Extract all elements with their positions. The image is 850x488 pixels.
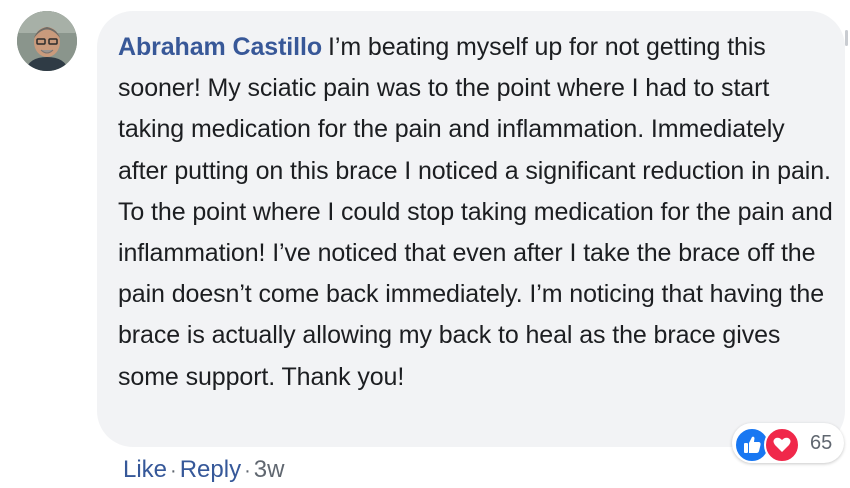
reply-link[interactable]: Reply bbox=[180, 456, 241, 483]
menu-edge[interactable] bbox=[845, 30, 848, 46]
user-photo-icon bbox=[17, 11, 77, 71]
comment-actions: Like · Reply · 3w bbox=[123, 456, 284, 484]
love-reaction-icon bbox=[764, 427, 800, 463]
author-name-link[interactable]: Abraham Castillo bbox=[118, 33, 322, 61]
heart-icon bbox=[773, 437, 791, 452]
comment-body: Abraham Castillo I’m beating myself up fo… bbox=[118, 27, 838, 398]
separator-dot: · bbox=[244, 460, 251, 482]
like-link[interactable]: Like bbox=[123, 456, 167, 483]
comment-thread: Abraham Castillo I’m beating myself up fo… bbox=[0, 0, 850, 488]
timestamp-link[interactable]: 3w bbox=[254, 456, 285, 483]
reaction-count: 65 bbox=[810, 432, 833, 454]
reactions-summary[interactable]: 65 bbox=[732, 423, 844, 463]
avatar[interactable] bbox=[17, 11, 77, 71]
separator-dot: · bbox=[170, 460, 177, 482]
comment-text: I’m beating myself up for not getting th… bbox=[118, 33, 833, 391]
thumbs-up-icon bbox=[744, 436, 761, 453]
